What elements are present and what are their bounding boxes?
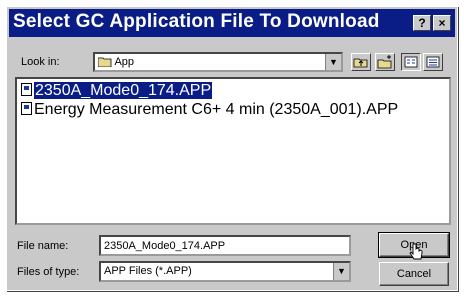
filename-field[interactable]: 2350A_Mode0_174.APP — [99, 235, 351, 256]
file-list[interactable]: 2350A_Mode0_174.APP Energy Measurement C… — [15, 77, 451, 225]
title-bar: Select GC Application File To Download ?… — [9, 9, 455, 37]
look-in-label: Look in: — [21, 56, 60, 68]
file-dialog: Select GC Application File To Download ?… — [6, 6, 458, 291]
up-folder-icon — [353, 58, 368, 68]
details-view-button[interactable] — [423, 53, 443, 71]
chevron-down-icon[interactable]: ▼ — [333, 263, 349, 280]
list-item[interactable]: 2350A_Mode0_174.APP — [21, 81, 213, 100]
list-item[interactable]: Energy Measurement C6+ 4 min (2350A_001)… — [21, 100, 398, 119]
dialog-title: Select GC Application File To Download — [13, 11, 380, 32]
new-folder-button[interactable] — [375, 53, 395, 71]
close-button[interactable]: × — [433, 15, 451, 31]
new-folder-icon — [377, 55, 392, 69]
list-view-icon — [404, 56, 418, 68]
filetype-select[interactable]: APP Files (*.APP) ▼ — [99, 261, 351, 282]
help-button[interactable]: ? — [413, 15, 431, 31]
app-file-icon — [21, 102, 32, 115]
up-folder-button[interactable] — [351, 53, 371, 71]
filetype-label: Files of type: — [17, 266, 80, 278]
cancel-button[interactable]: Cancel — [379, 262, 449, 286]
look-in-combo[interactable]: App ▼ — [93, 52, 343, 72]
folder-icon — [97, 57, 112, 68]
details-view-icon — [426, 56, 440, 68]
app-file-icon — [21, 83, 32, 96]
filename-label: File name: — [17, 240, 69, 252]
list-view-button[interactable] — [401, 53, 421, 71]
look-in-value: App — [97, 56, 134, 68]
hand-cursor-icon — [409, 243, 423, 260]
chevron-down-icon[interactable]: ▼ — [325, 54, 341, 70]
